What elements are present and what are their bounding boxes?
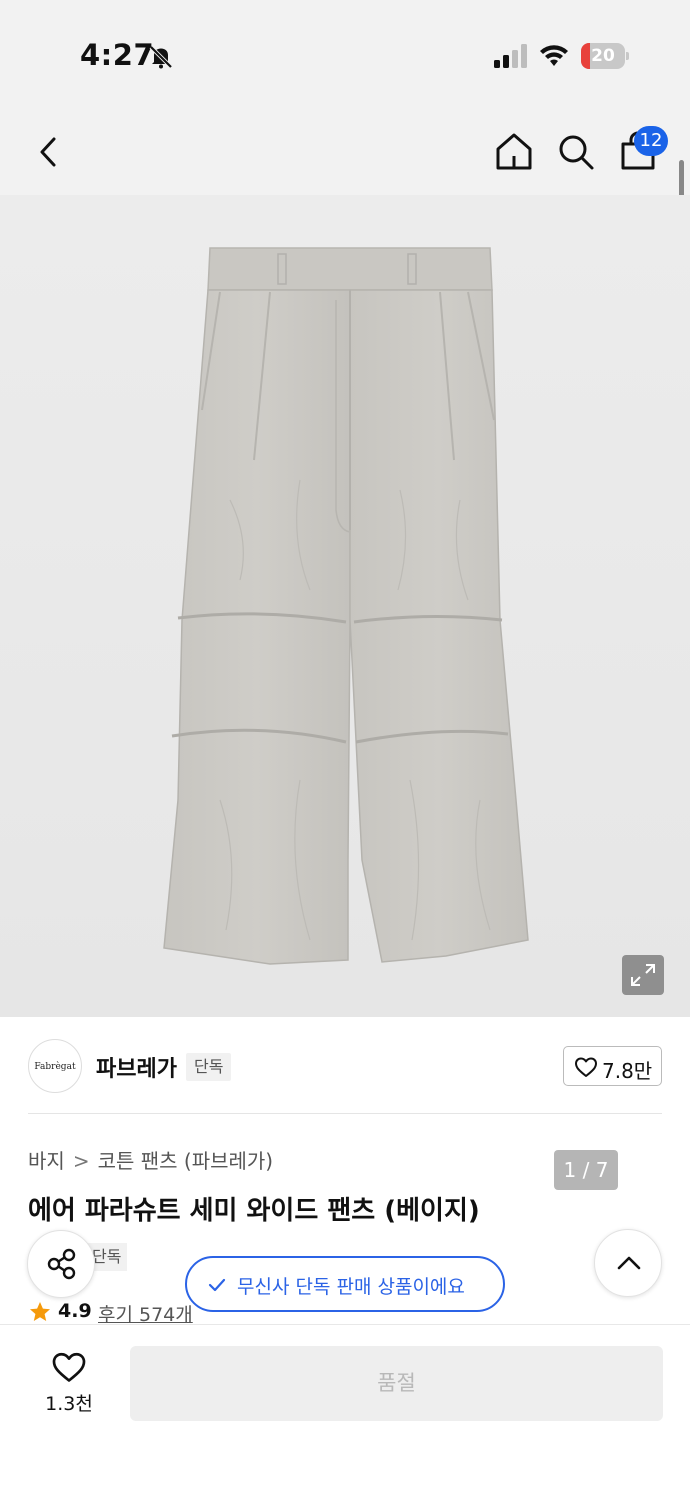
wifi-icon (540, 45, 568, 66)
review-count-link[interactable]: 후기 574개 (98, 1300, 193, 1327)
breadcrumb-item-pants[interactable]: 바지 (28, 1149, 65, 1173)
battery-level: 20 (591, 46, 615, 66)
product-image-gallery[interactable]: 1 / 7 (0, 195, 690, 1190)
bell-muted-icon (149, 45, 173, 69)
home-icon[interactable] (490, 128, 538, 176)
search-icon[interactable] (552, 128, 600, 176)
chevron-up-icon (617, 1256, 641, 1270)
brand-row: Fabrègat 파브레가 단독 7.8만 (0, 1017, 690, 1114)
exclusive-tag: 단독 (186, 1053, 232, 1081)
share-icon (47, 1248, 76, 1280)
expand-icon[interactable] (622, 955, 664, 995)
brand-logo[interactable]: Fabrègat (28, 1039, 82, 1093)
heart-outline-icon (575, 1057, 597, 1077)
status-bar: 4:27 20 (0, 0, 690, 100)
wishlist-button[interactable]: 1.3천 (36, 1349, 102, 1419)
signal-icon (494, 44, 527, 68)
image-counter: 1 / 7 (554, 1150, 618, 1190)
battery-icon: 20 (581, 43, 629, 69)
bottom-action-bar: 1.3천 품절 (0, 1325, 690, 1500)
product-photo-pants (163, 247, 529, 965)
heart-outline-icon (52, 1352, 86, 1382)
check-icon (208, 1278, 226, 1292)
brand-like-button[interactable]: 7.8만 (563, 1046, 662, 1086)
exclusive-toast[interactable]: 무신사 단독 판매 상품이에요 (185, 1256, 505, 1312)
chevron-left-icon[interactable] (26, 128, 74, 176)
rating-value: 4.9 (58, 1300, 92, 1322)
status-time: 4:27 (80, 38, 155, 72)
brand-name[interactable]: 파브레가 (96, 1051, 177, 1083)
chevron-right-icon: > (72, 1149, 90, 1173)
breadcrumb: 바지 > 코튼 팬츠 (파브레가) (28, 1145, 273, 1174)
scroll-to-top-button[interactable] (594, 1229, 662, 1297)
breadcrumb-item-cotton-pants[interactable]: 코튼 팬츠 (파브레가) (98, 1149, 274, 1173)
toast-text: 무신사 단독 판매 상품이에요 (237, 1276, 465, 1298)
wishlist-count: 1.3천 (45, 1393, 93, 1415)
divider (28, 1113, 662, 1114)
top-nav-bar (0, 100, 690, 195)
share-button[interactable] (27, 1230, 95, 1298)
soldout-button[interactable]: 품절 (130, 1346, 663, 1421)
star-icon (30, 1302, 50, 1321)
product-title: 에어 파라슈트 세미 와이드 팬츠 (베이지) (28, 1196, 480, 1226)
brand-like-count: 7.8만 (602, 1059, 653, 1083)
cart-count-badge: 12 (634, 126, 668, 156)
